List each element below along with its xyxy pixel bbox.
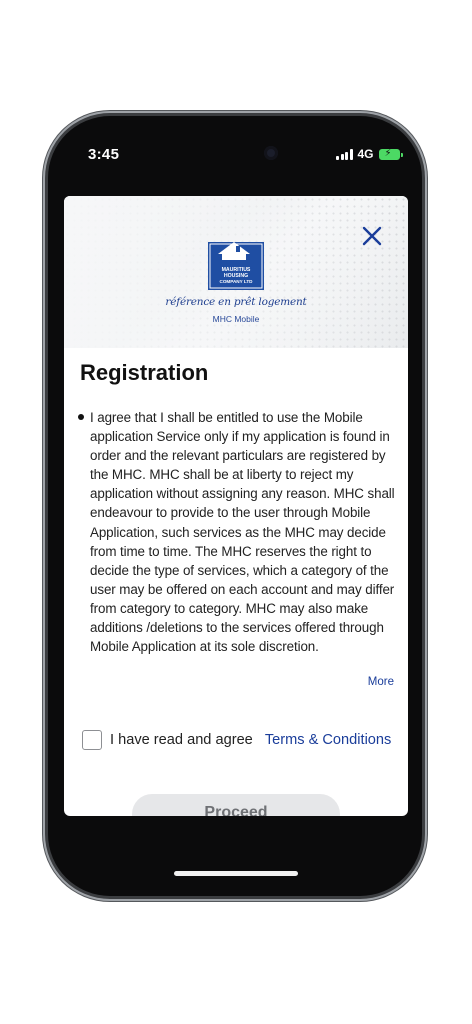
more-link[interactable]: More (344, 676, 394, 688)
status-indicators: 4G ⚡ (336, 146, 403, 162)
logo-text-line3: COMPANY LTD (220, 279, 254, 284)
status-time: 3:45 (88, 146, 120, 163)
network-type: 4G (357, 147, 374, 161)
power-button (422, 338, 426, 424)
app-screen: MAURITIUS HOUSING COMPANY LTD référence … (64, 196, 408, 816)
front-camera-icon (264, 146, 278, 160)
agree-checkbox[interactable] (82, 730, 102, 750)
battery-charging-icon: ⚡ (378, 148, 403, 160)
home-indicator[interactable] (174, 871, 298, 876)
volume-up-button (42, 306, 46, 360)
mhc-logo-icon: MAURITIUS HOUSING COMPANY LTD (204, 232, 268, 292)
agree-label: I have read and agree (110, 732, 253, 748)
close-icon[interactable] (360, 224, 384, 248)
close-icon-svg (362, 226, 382, 246)
signal-icon (336, 148, 353, 160)
terms-paragraph: I agree that I shall be entitled to use … (78, 408, 398, 656)
agree-row: I have read and agree Terms & Conditions (82, 730, 391, 750)
terms-conditions-link[interactable]: Terms & Conditions (265, 732, 392, 748)
terms-text: I agree that I shall be entitled to use … (90, 410, 395, 655)
bullet-icon (78, 414, 84, 420)
app-name: MHC Mobile (212, 314, 260, 324)
volume-down-button (42, 374, 46, 428)
page-title: Registration (80, 360, 209, 385)
proceed-button[interactable]: Proceed (132, 794, 340, 816)
silent-switch (42, 254, 46, 280)
logo-tagline: référence en prêt logement (165, 296, 307, 308)
